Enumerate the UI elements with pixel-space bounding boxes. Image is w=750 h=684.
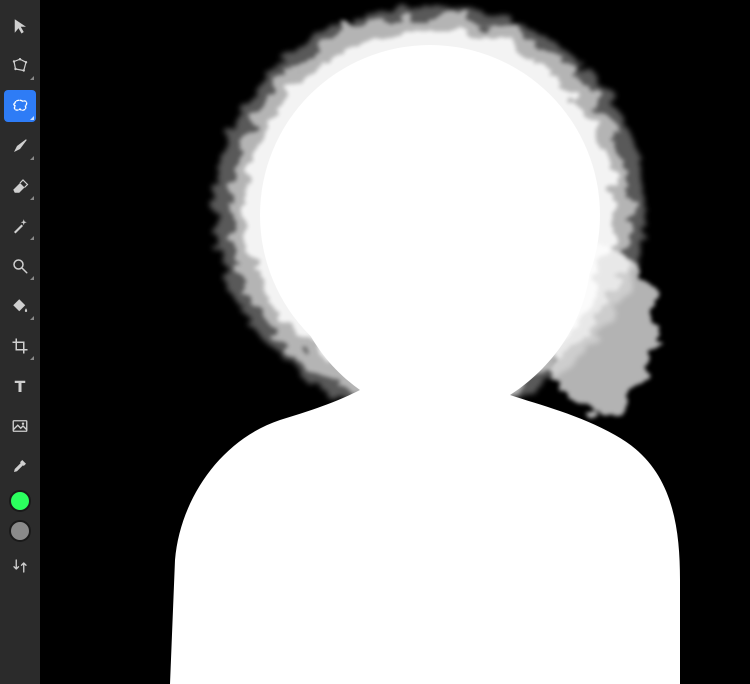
tools-panel	[0, 0, 40, 684]
background-color-swatch[interactable]	[9, 520, 31, 542]
submenu-indicator-icon	[30, 316, 34, 320]
submenu-indicator-icon	[30, 356, 34, 360]
zoom-tool[interactable]	[4, 250, 36, 282]
submenu-indicator-icon	[30, 156, 34, 160]
selection-brush-tool[interactable]	[4, 90, 36, 122]
placed-image-tool[interactable]	[4, 410, 36, 442]
healing-tool[interactable]	[4, 210, 36, 242]
canvas-viewport[interactable]	[40, 0, 750, 684]
eraser-tool[interactable]	[4, 170, 36, 202]
swap-colors-button[interactable]	[4, 550, 36, 582]
move-tool[interactable]	[4, 10, 36, 42]
submenu-indicator-icon	[30, 276, 34, 280]
submenu-indicator-icon	[30, 196, 34, 200]
text-tool[interactable]	[4, 370, 36, 402]
node-tool[interactable]	[4, 50, 36, 82]
submenu-indicator-icon	[30, 76, 34, 80]
fill-tool[interactable]	[4, 290, 36, 322]
mask-silhouette	[40, 0, 750, 684]
paint-brush-tool[interactable]	[4, 130, 36, 162]
submenu-indicator-icon	[30, 116, 34, 120]
crop-tool[interactable]	[4, 330, 36, 362]
submenu-indicator-icon	[30, 236, 34, 240]
color-picker-tool[interactable]	[4, 450, 36, 482]
foreground-color-swatch[interactable]	[9, 490, 31, 512]
